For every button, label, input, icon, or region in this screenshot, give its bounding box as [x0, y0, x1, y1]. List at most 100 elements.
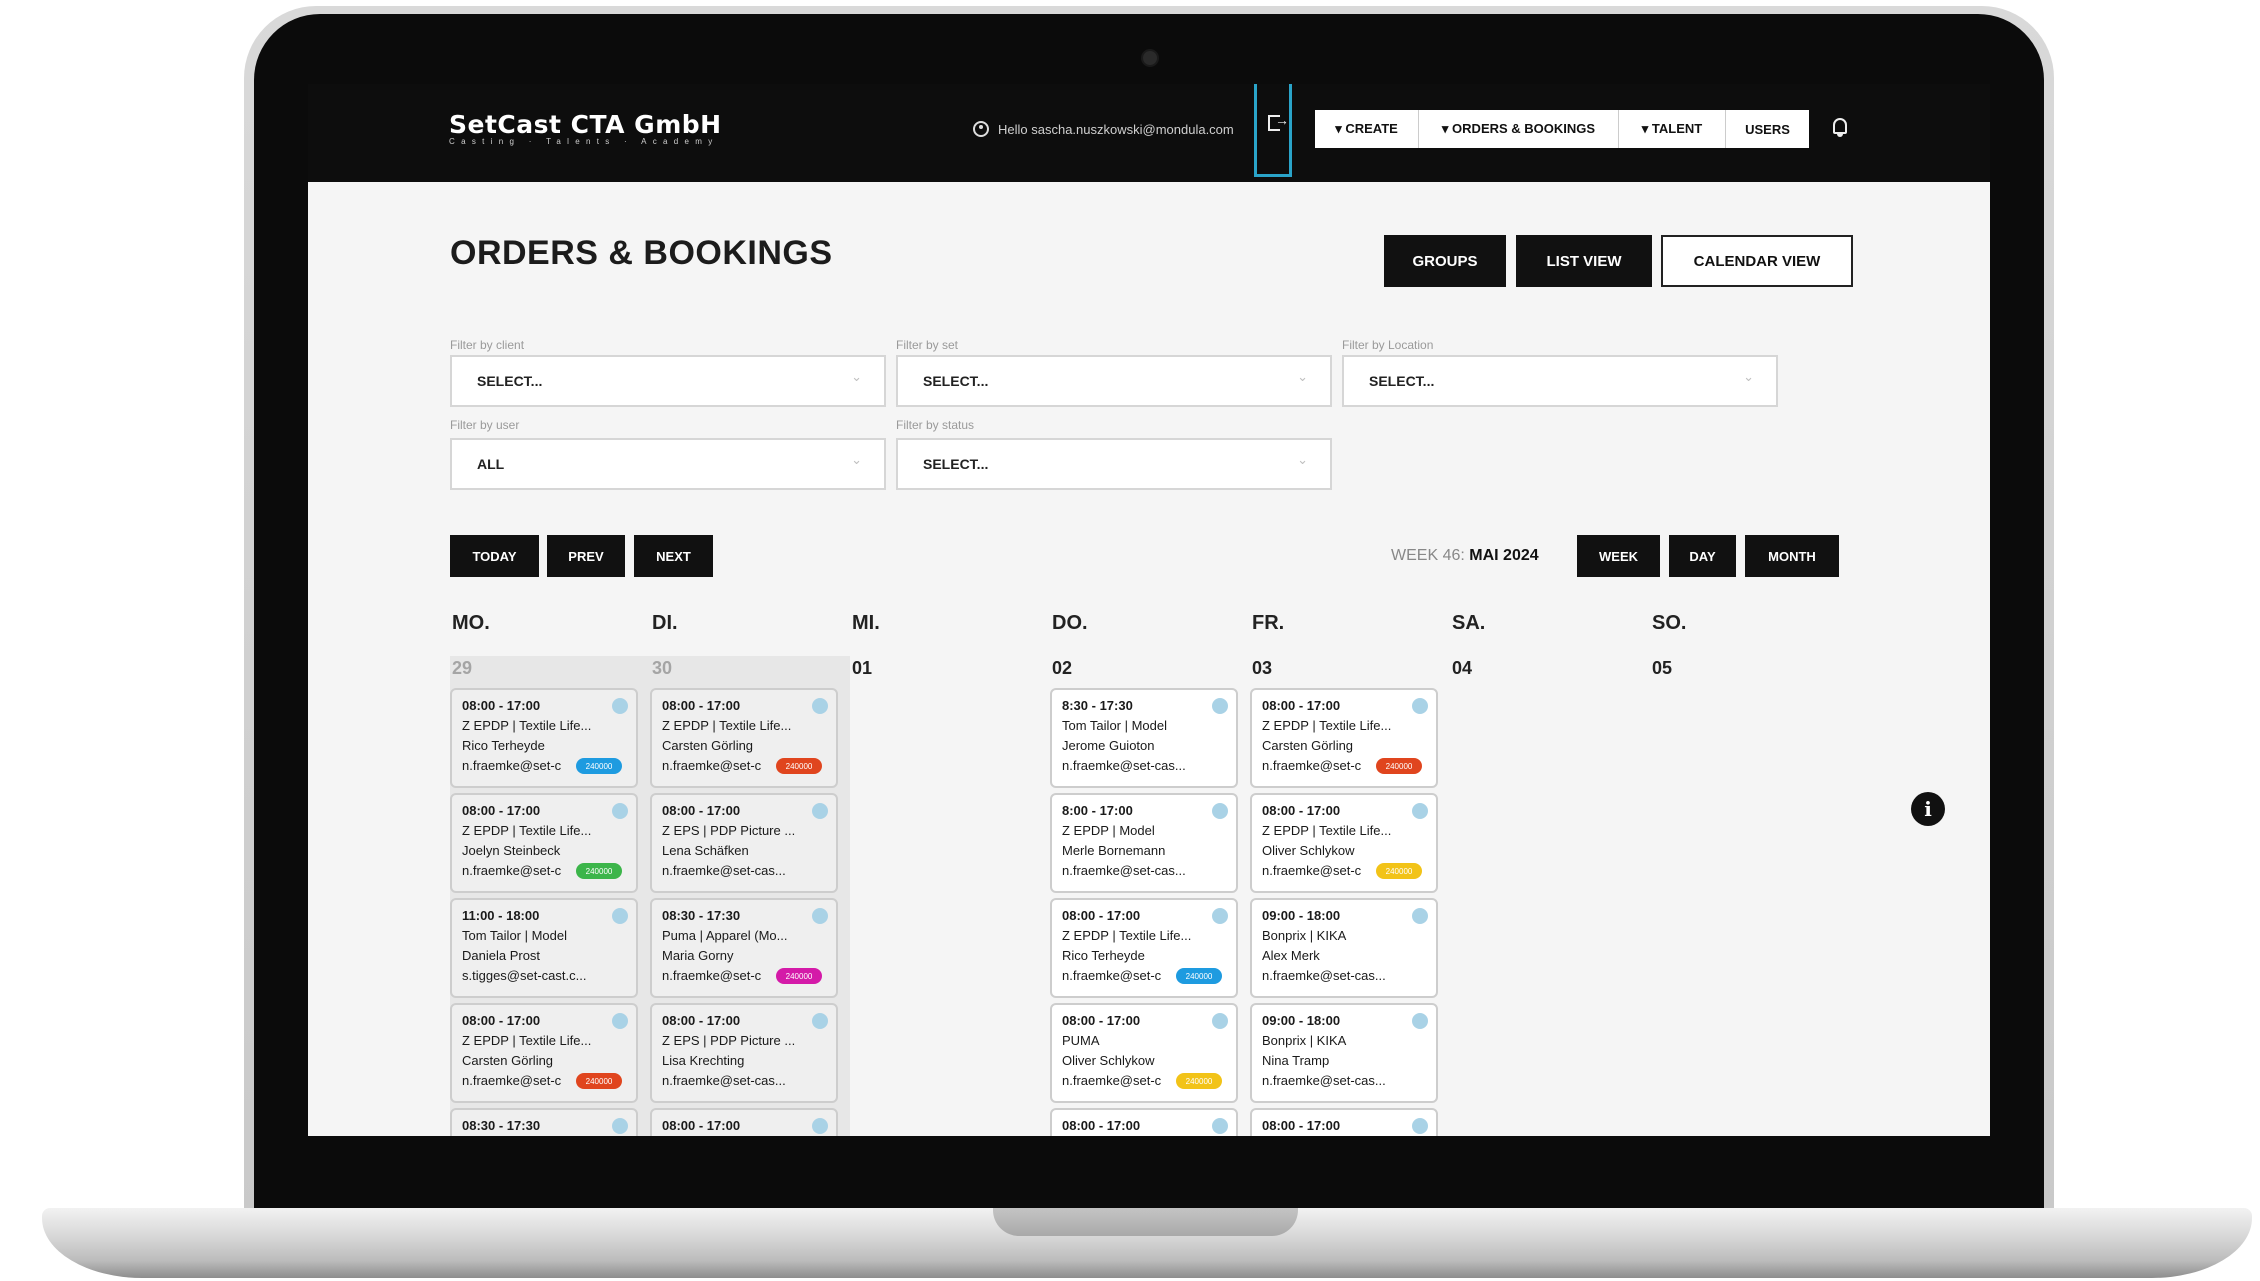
today-button[interactable]: TODAY [450, 535, 539, 577]
event-time: 08:00 - 17:00 [1062, 1118, 1141, 1133]
nav-users[interactable]: USERS [1726, 110, 1809, 148]
event-title: Z EPDP | Textile Life... [1262, 718, 1392, 733]
event-card[interactable]: 08:00 - 17:00 Z EPDP | Textile Life... Car… [650, 688, 838, 788]
event-card[interactable]: 08:00 - 17:00 [1050, 1108, 1238, 1136]
event-card[interactable]: 08:00 - 17:00 Z EPDP | Textile Life... Oli… [1250, 793, 1438, 893]
event-email: n.fraemke@set-cas... [662, 1073, 786, 1088]
event-time: 08:00 - 17:00 [462, 803, 541, 818]
filter-user-select[interactable]: ALL ⌄ [450, 438, 886, 490]
top-header: SetCast CTA GmbH Casting · Talents · Aca… [308, 84, 1990, 182]
event-tag-badge: 240000 [1376, 758, 1422, 774]
event-title: Tom Tailor | Model [462, 928, 568, 943]
event-person: Lisa Krechting [662, 1053, 745, 1068]
nav-orders-bookings[interactable]: ▾ ORDERS & BOOKINGS [1419, 110, 1619, 148]
event-card[interactable]: 08:00 - 17:00 Z EPDP | Textile Life... Ric… [1050, 898, 1238, 998]
event-person: Lena Schäfken [662, 843, 749, 858]
week-view-button[interactable]: WEEK [1577, 535, 1660, 577]
event-person: Daniela Prost [462, 948, 541, 963]
day-number: 02 [1052, 658, 1073, 678]
event-card[interactable]: 08:00 - 17:00 Z EPDP | Textile Life... Car… [450, 1003, 638, 1103]
event-time: 8:30 - 17:30 [1062, 698, 1133, 713]
event-time: 08:00 - 17:00 [462, 1013, 541, 1028]
day-number: 04 [1452, 658, 1473, 678]
event-time: 09:00 - 18:00 [1262, 1013, 1341, 1028]
app-screen: SetCast CTA GmbH Casting · Talents · Aca… [308, 84, 1990, 1136]
filter-set-select[interactable]: SELECT... ⌄ [896, 355, 1332, 407]
filter-location-value: SELECT... [1369, 373, 1435, 389]
event-tag-badge: 240000 [576, 758, 622, 774]
chevron-down-icon: ⌄ [851, 452, 862, 467]
event-card[interactable]: 08:30 - 17:30 Puma | Apparel (Mo... Maria … [650, 898, 838, 998]
next-button[interactable]: NEXT [634, 535, 713, 577]
event-person: Oliver Schlykow [1262, 843, 1355, 858]
weekday-header-mo: MO. [452, 612, 490, 634]
nav-talent[interactable]: ▾ TALENT [1619, 110, 1726, 148]
filter-status-select[interactable]: SELECT... ⌄ [896, 438, 1332, 490]
event-title: Z EPDP | Model [1062, 823, 1155, 838]
page-title: ORDERS & BOOKINGS [450, 234, 833, 272]
status-dot-icon [812, 698, 828, 714]
event-card[interactable]: 08:30 - 17:30 [450, 1108, 638, 1136]
day-view-button[interactable]: DAY [1669, 535, 1736, 577]
weekday-header-di: DI. [652, 612, 678, 634]
filter-location-select[interactable]: SELECT... ⌄ [1342, 355, 1778, 407]
list-view-button[interactable]: LIST VIEW [1516, 235, 1652, 287]
event-card[interactable]: 08:00 - 17:00 Z EPS | PDP Picture ... Lena… [650, 793, 838, 893]
event-tag-badge: 240000 [1176, 968, 1222, 984]
event-person: Nina Tramp [1262, 1053, 1330, 1068]
info-icon[interactable]: i [1911, 792, 1945, 826]
event-card[interactable]: 08:00 - 17:00 Z EPDP | Textile Life... Car… [1250, 688, 1438, 788]
status-dot-icon [1212, 908, 1228, 924]
nav-create[interactable]: ▾ CREATE [1315, 110, 1419, 148]
event-card[interactable]: 08:00 - 17:00 [1250, 1108, 1438, 1136]
month-view-button[interactable]: MONTH [1745, 535, 1839, 577]
user-greeting: Hello sascha.nuszkowski@mondula.com [998, 122, 1234, 137]
status-dot-icon [1212, 1013, 1228, 1029]
event-time: 08:30 - 17:30 [662, 908, 741, 923]
event-card[interactable]: 09:00 - 18:00 Bonprix | KIKA Nina Tramp n.f… [1250, 1003, 1438, 1103]
chevron-down-icon: ⌄ [851, 369, 862, 384]
event-time: 08:00 - 17:00 [1262, 698, 1341, 713]
event-card[interactable]: 11:00 - 18:00 Tom Tailor | Model Daniela P… [450, 898, 638, 998]
event-person: Alex Merk [1262, 948, 1320, 963]
event-person: Jerome Guioton [1062, 738, 1155, 753]
event-time: 09:00 - 18:00 [1262, 908, 1341, 923]
event-email: n.fraemke@set-cas... [1262, 968, 1386, 983]
weekday-header-fr: FR. [1252, 612, 1285, 634]
event-card[interactable]: 8:00 - 17:00 Z EPDP | Model Merle Borneman… [1050, 793, 1238, 893]
notification-bell-icon[interactable] [1833, 118, 1847, 137]
event-time: 08:00 - 17:00 [1062, 908, 1141, 923]
event-title: Z EPDP | Textile Life... [662, 718, 792, 733]
brand-logo[interactable]: SetCast CTA GmbH [449, 110, 722, 139]
event-card[interactable]: 08:00 - 17:00 Z EPDP | Textile Life... Joe… [450, 793, 638, 893]
event-title: Z EPDP | Textile Life... [462, 1033, 592, 1048]
filter-client-select[interactable]: SELECT... ⌄ [450, 355, 886, 407]
event-card[interactable]: 08:00 - 17:00 [650, 1108, 838, 1136]
week-indicator: WEEK 46: MAI 2024 [1391, 547, 1539, 565]
logout-button[interactable] [1254, 84, 1292, 177]
event-title: Z EPDP | Textile Life... [1062, 928, 1192, 943]
day-number: 30 [652, 658, 673, 678]
status-dot-icon [612, 698, 628, 714]
event-person: Carsten Görling [662, 738, 754, 753]
event-tag-badge: 240000 [576, 863, 622, 879]
prev-button[interactable]: PREV [547, 535, 625, 577]
calendar-view-button[interactable]: CALENDAR VIEW [1661, 235, 1853, 287]
event-card[interactable]: 09:00 - 18:00 Bonprix | KIKA Alex Merk n.fr… [1250, 898, 1438, 998]
status-dot-icon [812, 908, 828, 924]
filter-status-value: SELECT... [923, 456, 989, 472]
chevron-down-icon: ⌄ [1297, 369, 1308, 384]
day-number: 29 [452, 658, 473, 678]
event-card[interactable]: 08:00 - 17:00 Z EPDP | Textile Life... Ric… [450, 688, 638, 788]
weekday-header-sa: SA. [1452, 612, 1486, 634]
groups-button[interactable]: GROUPS [1384, 235, 1506, 287]
day-number: 03 [1252, 658, 1273, 678]
filter-set-label: Filter by set [896, 338, 959, 352]
filter-user-label: Filter by user [450, 418, 520, 432]
event-card[interactable]: 08:00 - 17:00 Z EPS | PDP Picture ... Lisa… [650, 1003, 838, 1103]
event-time: 08:00 - 17:00 [662, 698, 741, 713]
event-email: n.fraemke@set-cas... [1062, 863, 1186, 878]
event-person: Rico Terheyde [462, 738, 545, 753]
event-card[interactable]: 8:30 - 17:30 Tom Tailor | Model Jerome Gui… [1050, 688, 1238, 788]
event-card[interactable]: 08:00 - 17:00 PUMA Oliver Schlykow n.fraemk… [1050, 1003, 1238, 1103]
